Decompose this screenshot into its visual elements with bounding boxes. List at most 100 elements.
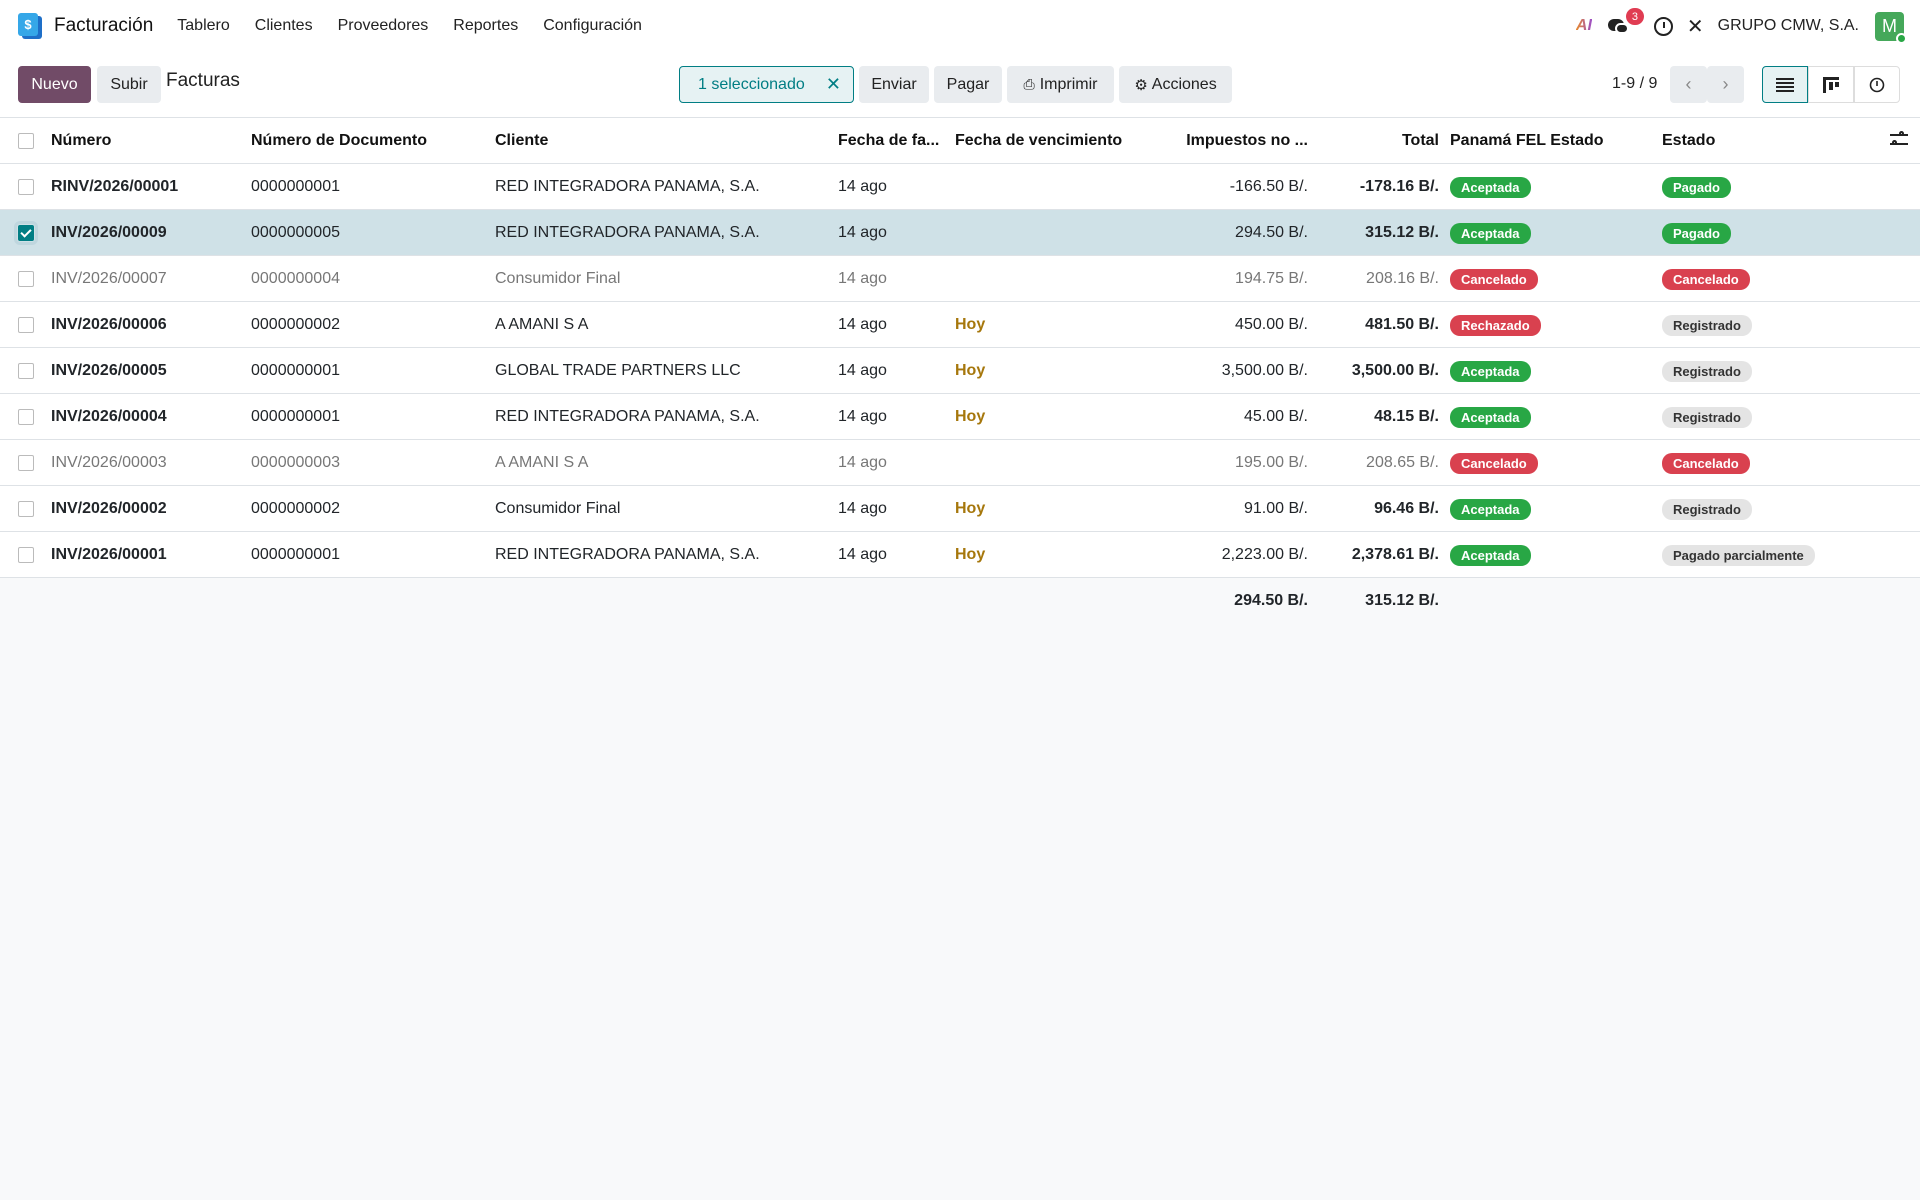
invoice-date: 14 ago [838, 408, 887, 425]
activity-clock-icon[interactable] [1653, 16, 1673, 36]
invoice-date: 14 ago [838, 362, 887, 379]
document-number: 0000000004 [251, 270, 340, 287]
due-date: Hoy [955, 316, 986, 333]
table-row[interactable]: INV/2026/00003 0000000003 A AMANI S A 14 ag… [0, 440, 1920, 486]
total-amount: 3,500.00 B/. [1351, 362, 1439, 379]
tools-icon[interactable]: ✕ [1687, 14, 1704, 39]
menu-reportes[interactable]: Reportes [453, 17, 518, 35]
menu-proveedores[interactable]: Proveedores [338, 17, 429, 35]
table-header: Número Número de Documento Cliente Fecha… [0, 118, 1920, 164]
breadcrumb: Facturas [166, 70, 240, 91]
invoice-date: 14 ago [838, 454, 887, 471]
pay-button[interactable]: Pagar [934, 66, 1002, 103]
activity-view-button[interactable] [1854, 66, 1900, 103]
invoice-number[interactable]: INV/2026/00002 [51, 486, 241, 532]
document-number: 0000000001 [251, 408, 340, 425]
kanban-view-button[interactable] [1808, 66, 1854, 103]
user-avatar[interactable]: M [1875, 11, 1907, 44]
ai-icon[interactable]: AI [1576, 17, 1592, 35]
tax-excluded-amount: 450.00 B/. [1235, 316, 1308, 333]
row-checkbox[interactable] [18, 455, 34, 471]
list-view-button[interactable] [1762, 66, 1808, 103]
menu-clientes[interactable]: Clientes [255, 17, 313, 35]
select-all-checkbox[interactable] [18, 133, 34, 149]
table-row[interactable]: INV/2026/00006 0000000002 A AMANI S A 14 ag… [0, 302, 1920, 348]
clock-icon [1869, 77, 1885, 92]
table-row[interactable]: INV/2026/00009 0000000005 RED INTEGRADORA … [0, 210, 1920, 256]
customer-name: Consumidor Final [495, 270, 621, 287]
fel-status-badge: Cancelado [1450, 268, 1538, 290]
row-checkbox[interactable] [18, 317, 34, 333]
column-header-due-date[interactable]: Fecha de vencimiento [955, 118, 1150, 164]
row-checkbox[interactable] [18, 271, 34, 287]
document-number: 0000000003 [251, 454, 340, 471]
due-date [955, 256, 1150, 302]
chevron-left-icon: ‹ [1685, 74, 1692, 94]
table-row[interactable]: INV/2026/00001 0000000001 RED INTEGRADORA … [0, 532, 1920, 578]
column-header-state[interactable]: Estado [1662, 118, 1862, 164]
tax-excluded-amount: 294.50 B/. [1235, 224, 1308, 241]
invoice-number[interactable]: INV/2026/00009 [51, 210, 241, 256]
payment-status-badge: Pagado parcialmente [1662, 544, 1815, 566]
table-row[interactable]: INV/2026/00002 0000000002 Consumidor Final… [0, 486, 1920, 532]
menu-configuracion[interactable]: Configuración [543, 17, 642, 35]
actions-button[interactable]: ⚙ Acciones [1119, 66, 1232, 103]
print-button[interactable]: ⎙ Imprimir [1007, 66, 1114, 103]
top-navbar: $ Facturación Tablero Clientes Proveedor… [0, 0, 1920, 52]
invoice-number[interactable]: INV/2026/00007 [51, 256, 241, 302]
row-checkbox[interactable] [14, 221, 38, 245]
invoice-number[interactable]: INV/2026/00001 [51, 532, 241, 578]
payment-status-badge: Cancelado [1662, 268, 1750, 290]
upload-button[interactable]: Subir [97, 66, 161, 103]
invoice-date: 14 ago [838, 546, 887, 563]
menu-tablero[interactable]: Tablero [177, 17, 229, 35]
table-row[interactable]: INV/2026/00005 0000000001 GLOBAL TRADE PAR… [0, 348, 1920, 394]
optional-columns-icon[interactable] [1890, 131, 1908, 149]
new-button[interactable]: Nuevo [18, 66, 91, 103]
column-header-customer[interactable]: Cliente [495, 118, 825, 164]
table-row[interactable]: RINV/2026/00001 0000000001 RED INTEGRADORA… [0, 164, 1920, 210]
pager-next-button[interactable]: › [1707, 66, 1744, 103]
invoice-date: 14 ago [838, 270, 887, 287]
invoice-number[interactable]: RINV/2026/00001 [51, 164, 241, 210]
tax-excluded-amount: 3,500.00 B/. [1221, 362, 1308, 379]
column-header-invoice-date[interactable]: Fecha de fa... [838, 118, 944, 164]
row-checkbox[interactable] [18, 409, 34, 425]
invoice-number[interactable]: INV/2026/00004 [51, 394, 241, 440]
payment-status-badge: Pagado [1662, 222, 1731, 244]
row-checkbox[interactable] [18, 547, 34, 563]
column-header-fel-state[interactable]: Panamá FEL Estado [1450, 118, 1650, 164]
document-number: 0000000001 [251, 178, 340, 195]
table-row[interactable]: INV/2026/00007 0000000004 Consumidor Final… [0, 256, 1920, 302]
payment-status-badge: Registrado [1662, 406, 1752, 428]
row-checkbox[interactable] [18, 363, 34, 379]
total-amount: 48.15 B/. [1374, 408, 1439, 425]
column-header-tax-excluded[interactable]: Impuestos no ... [1160, 118, 1308, 164]
pager-previous-button[interactable]: ‹ [1670, 66, 1707, 103]
send-button[interactable]: Enviar [859, 66, 929, 103]
row-checkbox[interactable] [18, 179, 34, 195]
invoice-number[interactable]: INV/2026/00003 [51, 440, 241, 486]
messages-icon[interactable]: 3 [1607, 8, 1644, 35]
selection-indicator: 1 seleccionado ✕ [679, 66, 854, 103]
column-header-number[interactable]: Número [51, 118, 241, 164]
row-checkbox[interactable] [18, 501, 34, 517]
app-title[interactable]: Facturación [54, 15, 153, 37]
column-header-doc-number[interactable]: Número de Documento [251, 118, 486, 164]
table-row[interactable]: INV/2026/00004 0000000001 RED INTEGRADORA … [0, 394, 1920, 440]
printer-icon: ⎙ [1023, 76, 1035, 92]
due-date [955, 164, 1150, 210]
chevron-right-icon: › [1722, 74, 1729, 94]
clear-selection-icon[interactable]: ✕ [826, 74, 841, 95]
fel-status-badge: Aceptada [1450, 544, 1531, 566]
pager-value[interactable]: 1-9 / 9 [1612, 75, 1657, 93]
invoice-number[interactable]: INV/2026/00005 [51, 348, 241, 394]
payment-status-badge: Registrado [1662, 360, 1752, 382]
invoice-number[interactable]: INV/2026/00006 [51, 302, 241, 348]
invoicing-app-icon[interactable]: $ [18, 13, 42, 39]
company-switcher[interactable]: GRUPO CMW, S.A. [1718, 17, 1859, 35]
column-header-total[interactable]: Total [1318, 118, 1439, 164]
total-amount: 481.50 B/. [1365, 316, 1439, 333]
total-amount: 315.12 B/. [1365, 592, 1439, 609]
due-date: Hoy [955, 500, 986, 517]
